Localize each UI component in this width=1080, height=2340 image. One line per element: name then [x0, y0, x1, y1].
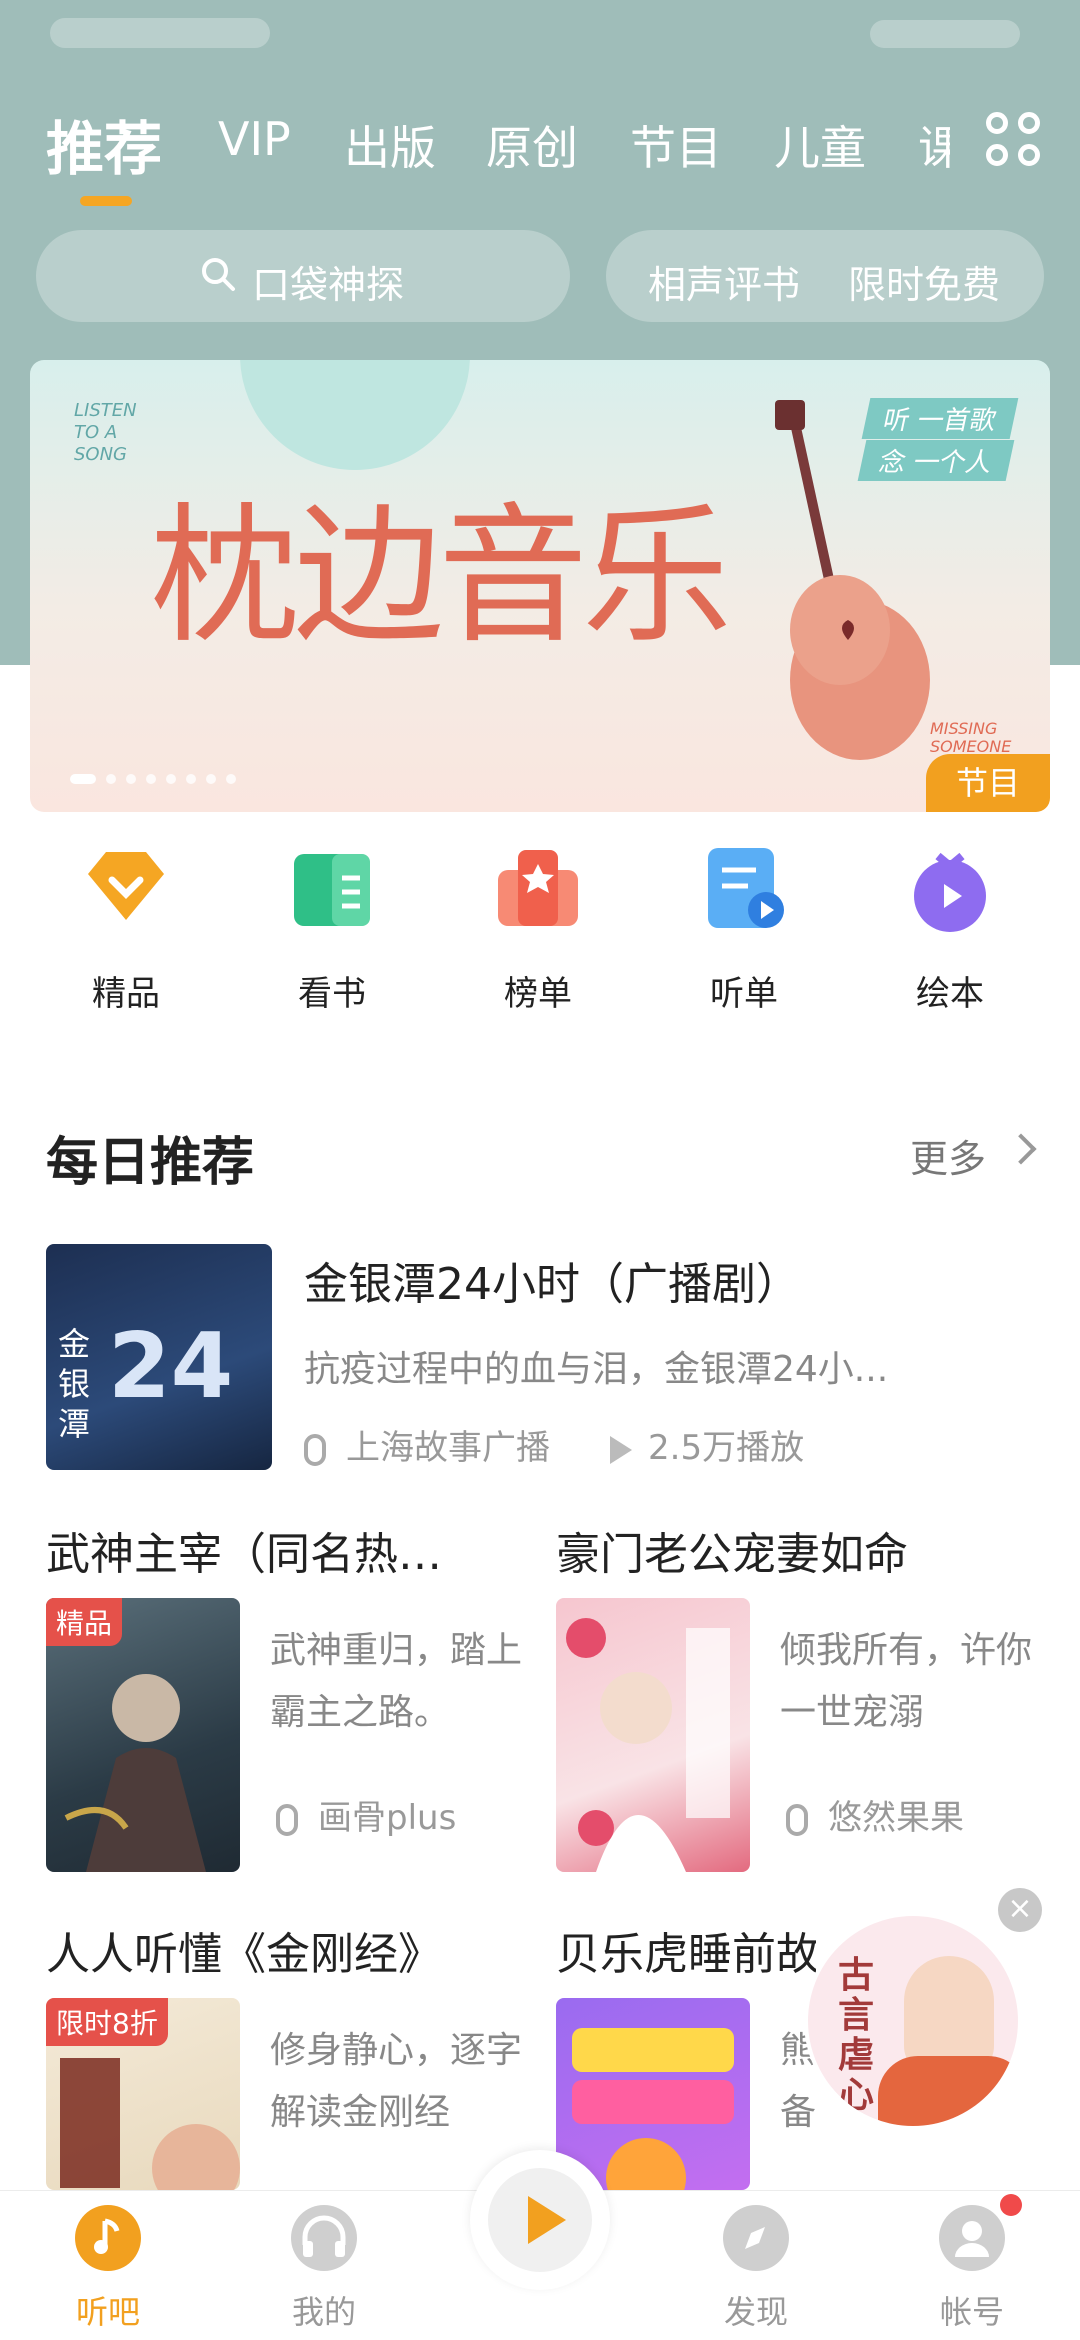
card-title[interactable]: 武神主宰（同名热…	[46, 1518, 442, 1582]
quick-ranking-label: 榜单	[504, 974, 572, 1014]
book-icon	[284, 840, 380, 936]
card-cover[interactable]	[556, 1998, 750, 2190]
user-icon	[939, 2205, 1005, 2271]
promo-banner[interactable]: LISTEN TO A SONG 枕边音乐 听 一首歌 念 一个人 MISSIN…	[30, 360, 1050, 812]
microphone-icon	[304, 1433, 326, 1466]
card-author-name: 画骨plus	[318, 1798, 457, 1838]
hot-keywords: 相声评书 限时免费	[606, 230, 1044, 322]
card-author-name: 悠然果果	[828, 1798, 964, 1838]
music-note-icon	[75, 2205, 141, 2271]
nav-mine[interactable]: 我的	[264, 2205, 384, 2333]
quick-ranking[interactable]: 榜单	[468, 840, 608, 1015]
all-categories-icon[interactable]	[986, 112, 1044, 170]
tab-program[interactable]: 节目	[630, 112, 722, 178]
tab-publish[interactable]: 出版	[344, 112, 436, 178]
status-left-icons	[50, 18, 270, 48]
card-cover[interactable]: 限时8折	[46, 1998, 240, 2190]
cover-illustration	[572, 2028, 734, 2190]
featured-desc: 抗疫过程中的血与泪，金银潭24小...	[304, 1349, 889, 1390]
card-title[interactable]: 贝乐虎睡前故事	[556, 1918, 816, 1982]
banner-tag-line1: 听 一首歌	[861, 398, 1019, 439]
player-button[interactable]	[470, 2150, 610, 2290]
floating-ad[interactable]: 古言虐心	[804, 1912, 1022, 2130]
tab-vip[interactable]: VIP	[218, 112, 291, 166]
microphone-icon	[276, 1803, 298, 1836]
card-desc: 武神重归，踏上霸主之路。	[270, 1630, 523, 1733]
card-cover[interactable]	[556, 1598, 750, 1872]
search-placeholder: 口袋神探	[252, 263, 405, 307]
quick-playlist[interactable]: 听单	[674, 840, 814, 1015]
play-count-icon	[610, 1435, 632, 1464]
banner-tag-line2: 念 一个人	[857, 440, 1015, 481]
quick-premium[interactable]: 精品	[56, 840, 196, 1015]
featured-plays: 2.5万播放	[648, 1428, 805, 1468]
status-bar	[0, 0, 1080, 70]
nav-listen-label: 听吧	[75, 2293, 140, 2331]
card-author: 悠然果果	[786, 1790, 964, 1839]
active-tab-indicator	[80, 196, 132, 206]
tab-course[interactable]: 课	[918, 112, 950, 178]
card-cover[interactable]: 精品	[46, 1598, 240, 1872]
nav-discover[interactable]: 发现	[696, 2205, 816, 2333]
chevron-right-icon[interactable]	[1005, 1133, 1037, 1165]
quick-playlist-label: 听单	[710, 974, 778, 1014]
notification-dot	[1000, 2194, 1022, 2216]
card-desc: 修身静心，逐字解读金刚经	[270, 2030, 523, 2133]
close-icon[interactable]: ×	[998, 1888, 1042, 1932]
tab-kids[interactable]: 儿童	[774, 112, 866, 178]
keyword-free[interactable]: 限时免费	[848, 254, 1000, 309]
card-title[interactable]: 豪门老公宠妻如命	[556, 1518, 908, 1582]
diamond-icon	[78, 840, 174, 936]
tab-original[interactable]: 原创	[486, 112, 578, 178]
search-bar[interactable]: 口袋神探	[36, 230, 570, 322]
quick-read[interactable]: 看书	[262, 840, 402, 1015]
microphone-icon	[786, 1803, 808, 1836]
quick-entries: 精品 看书 榜单 听单 绘本	[0, 830, 1080, 1030]
discount-badge: 限时8折	[46, 1998, 168, 2046]
banner-badge: 节目	[926, 754, 1050, 812]
card-desc: 倾我所有，许你一世宠溺	[780, 1630, 1033, 1733]
featured-author: 上海故事广播	[346, 1428, 550, 1468]
carousel-dots	[70, 774, 236, 784]
search-icon	[202, 258, 235, 291]
more-link[interactable]: 更多	[910, 1128, 986, 1183]
ad-figure-robe	[878, 2056, 1018, 2126]
nav-account-label: 帐号	[939, 2293, 1004, 2331]
headphones-icon	[291, 2205, 357, 2271]
keyword-crosstalk[interactable]: 相声评书	[648, 254, 800, 309]
banner-title: 枕边音乐	[150, 490, 732, 664]
nav-listen[interactable]: 听吧	[48, 2205, 168, 2333]
quick-premium-label: 精品	[92, 974, 160, 1014]
featured-title[interactable]: 金银潭24小时（广播剧）	[304, 1248, 800, 1312]
nav-account[interactable]: 帐号	[912, 2205, 1032, 2333]
featured-cover-number: 24	[108, 1314, 234, 1419]
premium-badge: 精品	[46, 1598, 123, 1646]
ranking-icon	[490, 840, 586, 936]
nav-mine-label: 我的	[291, 2293, 356, 2331]
card-author: 画骨plus	[276, 1790, 456, 1839]
picture-book-icon	[902, 840, 998, 936]
tab-recommend[interactable]: 推荐	[46, 102, 162, 186]
compass-icon	[723, 2205, 789, 2271]
playlist-icon	[696, 840, 792, 936]
nav-discover-label: 发现	[723, 2293, 788, 2331]
quick-picture-book[interactable]: 绘本	[880, 840, 1020, 1015]
banner-decoration	[240, 360, 470, 470]
banner-kicker-right: MISSING SOMEONE	[930, 719, 1012, 756]
status-right-icons	[870, 20, 1020, 48]
quick-read-label: 看书	[298, 974, 366, 1014]
card-title[interactable]: 人人听懂《金刚经》	[46, 1918, 442, 1982]
featured-cover[interactable]: 金银潭 24	[46, 1244, 272, 1470]
featured-meta: 上海故事广播 2.5万播放	[304, 1420, 804, 1469]
ad-text: 古言虐心	[838, 1955, 875, 2116]
cover-illustration	[566, 1618, 730, 1872]
category-tabs: 推荐 VIP 出版 原创 节目 儿童 课	[0, 100, 1080, 210]
play-icon	[528, 2196, 566, 2244]
quick-picture-book-label: 绘本	[916, 974, 984, 1014]
section-title: 每日推荐	[46, 1133, 255, 1193]
